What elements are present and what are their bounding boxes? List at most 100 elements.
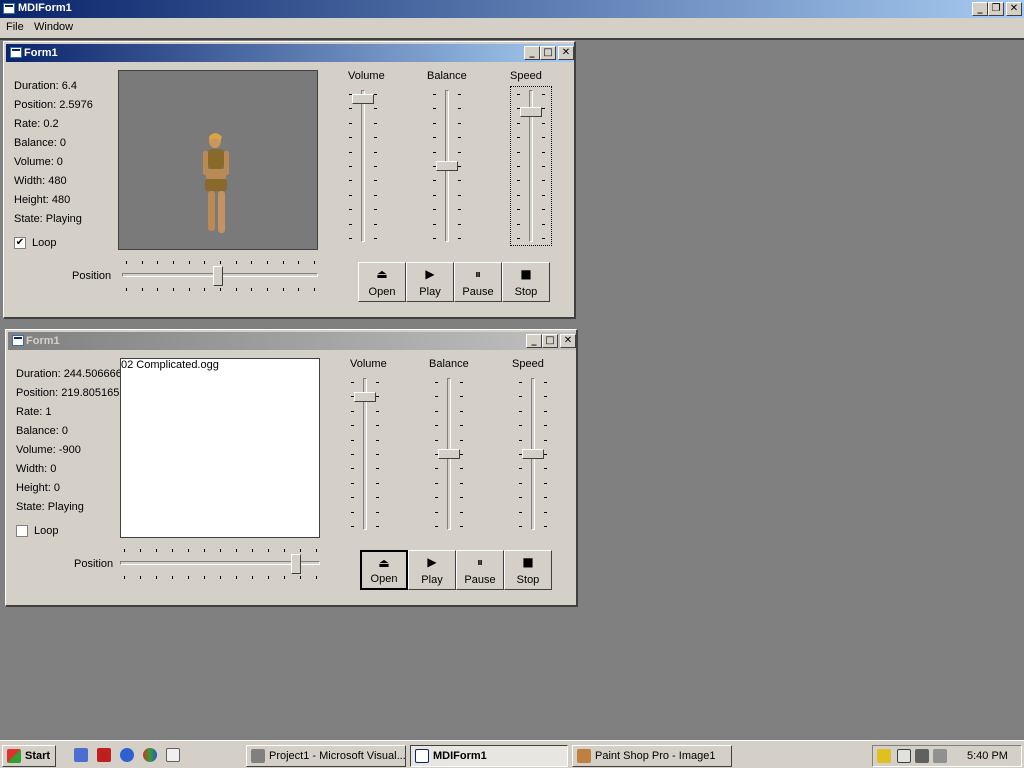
loop-checkbox[interactable]: [16, 525, 28, 537]
slider-thumb[interactable]: [436, 161, 458, 171]
form-icon[interactable]: [10, 47, 22, 58]
slider-thumb[interactable]: [352, 94, 374, 104]
speed-label: Speed: [512, 358, 544, 370]
slider-thumb[interactable]: [438, 449, 460, 459]
form2-title: Form1: [26, 335, 60, 347]
start-button[interactable]: Start: [2, 745, 56, 767]
form2-minimize-button[interactable]: _: [526, 334, 542, 348]
paint-shop-pro-icon: [577, 749, 591, 763]
form2-title-bar[interactable]: Form1 _ □ ✕: [8, 332, 576, 350]
height-label: Height: 480: [14, 194, 71, 206]
form1-title: Form1: [24, 47, 58, 59]
stop-icon: ■: [522, 555, 534, 569]
play-icon: ▶: [427, 555, 437, 569]
tray-app-icon[interactable]: [933, 749, 947, 763]
form2-maximize-button[interactable]: □: [542, 334, 558, 348]
menu-window[interactable]: Window: [34, 21, 73, 33]
balance-slider[interactable]: [430, 90, 464, 242]
duration-label: Duration: 6.4: [14, 80, 77, 92]
form1-title-bar[interactable]: Form1 _ □ ✕: [6, 44, 574, 62]
position-slider[interactable]: [122, 258, 318, 294]
file-display: 02 Complicated.ogg: [120, 358, 320, 538]
volume-label: Volume: [350, 358, 387, 370]
video-frame-figure: [203, 133, 229, 233]
internet-explorer-icon[interactable]: [120, 748, 134, 762]
app-icon[interactable]: [3, 3, 15, 14]
form1-window: Form1 _ □ ✕ Duration: 6.4 Position: 2.59…: [3, 41, 576, 319]
volume-label: Volume: [348, 70, 385, 82]
close-button[interactable]: ✕: [1006, 2, 1022, 16]
position-label: Position: [74, 558, 114, 570]
clock[interactable]: 5:40 PM: [967, 750, 1008, 762]
menu-file[interactable]: File: [6, 21, 24, 33]
video-display: [118, 70, 318, 250]
position-slider[interactable]: [120, 546, 320, 582]
position-readout: Position: 219.8051656: [16, 387, 126, 399]
mdi-title: MDIForm1: [18, 2, 72, 14]
workspace-border: [0, 38, 1024, 40]
volume-slider[interactable]: [346, 90, 380, 242]
state-label: State: Playing: [14, 213, 82, 225]
pause-icon: ⏸: [476, 555, 483, 569]
mdi-title-bar[interactable]: MDIForm1 _ ❐ ✕: [0, 0, 1024, 18]
volume-readout: Volume: 0: [14, 156, 63, 168]
slider-thumb[interactable]: [213, 266, 223, 286]
form1-maximize-button[interactable]: □: [540, 46, 556, 60]
position-label: Position: [72, 270, 112, 282]
state-label: State: Playing: [16, 501, 84, 513]
notepad-icon[interactable]: [166, 748, 180, 762]
slider-thumb[interactable]: [291, 554, 301, 574]
balance-readout: Balance: 0: [14, 137, 66, 149]
form1-minimize-button[interactable]: _: [524, 46, 540, 60]
rate-label: Rate: 0.2: [14, 118, 59, 130]
speed-slider[interactable]: [514, 90, 548, 242]
play-button[interactable]: ▶ Play: [408, 550, 456, 590]
volume-readout: Volume: -900: [16, 444, 81, 456]
file-name: 02 Complicated.ogg: [121, 359, 219, 371]
slider-thumb[interactable]: [354, 392, 376, 402]
task-visual-basic[interactable]: Project1 - Microsoft Visual...: [246, 745, 406, 767]
play-button[interactable]: ▶ Play: [406, 262, 454, 302]
slider-thumb[interactable]: [520, 107, 542, 117]
system-tray: 5:40 PM: [872, 745, 1022, 767]
task-paint-shop-pro[interactable]: Paint Shop Pro - Image1: [572, 745, 732, 767]
network-icon[interactable]: [915, 749, 929, 763]
form1-close-button[interactable]: ✕: [558, 46, 574, 60]
stop-button[interactable]: ■ Stop: [502, 262, 550, 302]
open-button[interactable]: ⏏ Open: [358, 262, 406, 302]
width-label: Width: 0: [16, 463, 57, 475]
minimize-button[interactable]: _: [972, 2, 988, 16]
balance-slider[interactable]: [432, 378, 466, 530]
quicklaunch-app-icon[interactable]: [97, 748, 111, 762]
slider-thumb[interactable]: [522, 449, 544, 459]
restore-button[interactable]: ❐: [988, 2, 1004, 16]
task-mdiform1[interactable]: MDIForm1: [410, 745, 568, 767]
speed-label: Speed: [510, 70, 542, 82]
balance-readout: Balance: 0: [16, 425, 68, 437]
form-icon: [415, 749, 429, 763]
vb-icon: [251, 749, 265, 763]
taskbar: Start Project1 - Microsoft Visual... MDI…: [0, 740, 1024, 768]
pause-button[interactable]: ⏸ Pause: [456, 550, 504, 590]
open-button[interactable]: ⏏ Open: [360, 550, 408, 590]
pause-icon: ⏸: [474, 267, 481, 281]
play-icon: ▶: [425, 267, 435, 281]
volume-slider[interactable]: [348, 378, 382, 530]
form-icon[interactable]: [12, 335, 24, 346]
height-label: Height: 0: [16, 482, 61, 494]
form2-close-button[interactable]: ✕: [560, 334, 576, 348]
stop-button[interactable]: ■ Stop: [504, 550, 552, 590]
eject-icon: ⏏: [378, 556, 390, 570]
position-readout: Position: 2.5976: [14, 99, 93, 111]
windows-logo-icon: [7, 749, 21, 763]
pause-button[interactable]: ⏸ Pause: [454, 262, 502, 302]
loop-checkbox[interactable]: ✔: [14, 237, 26, 249]
balance-label: Balance: [427, 70, 467, 82]
volume-icon[interactable]: [877, 749, 891, 763]
loop-label: Loop: [32, 237, 57, 249]
show-desktop-icon[interactable]: [74, 748, 88, 762]
mouse-icon[interactable]: [897, 749, 911, 763]
stop-icon: ■: [520, 267, 532, 281]
speed-slider[interactable]: [516, 378, 550, 530]
media-app-icon[interactable]: [143, 748, 157, 762]
